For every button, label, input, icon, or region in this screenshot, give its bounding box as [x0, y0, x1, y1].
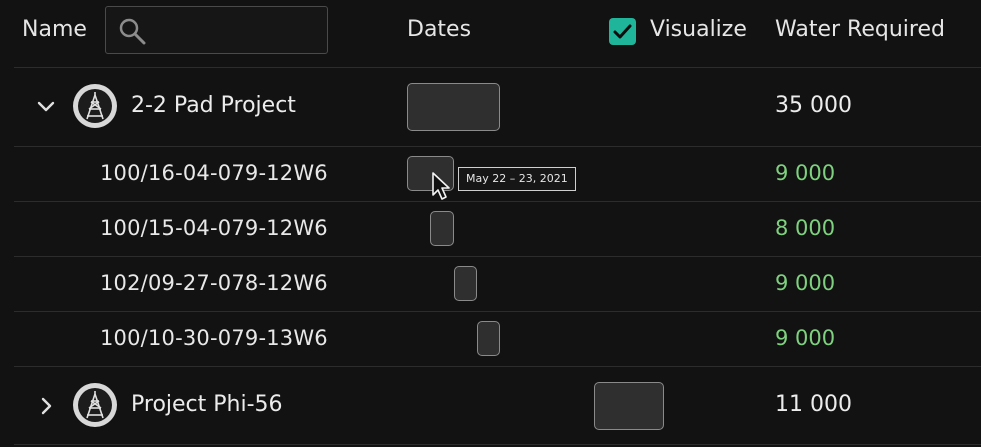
project-name[interactable]: 2-2 Pad Project [131, 93, 296, 118]
well-name[interactable]: 100/10-30-079-13W6 [100, 326, 328, 350]
search-field[interactable] [154, 15, 323, 47]
water-required-column-header[interactable]: Water Required [775, 17, 945, 42]
row-divider [14, 311, 981, 312]
chevron-right-icon[interactable] [36, 396, 56, 420]
name-column-header[interactable]: Name [22, 17, 87, 42]
row-divider [14, 146, 981, 147]
search-icon [119, 18, 146, 45]
row-divider [14, 201, 981, 202]
project-name[interactable]: Project Phi-56 [131, 392, 283, 417]
date-tooltip: May 22 – 23, 2021 [458, 167, 576, 191]
well-water-required: 8 000 [775, 216, 836, 240]
dates-column-header[interactable]: Dates [407, 17, 471, 42]
row-divider [14, 256, 981, 257]
well-name[interactable]: 100/15-04-079-12W6 [100, 216, 328, 240]
checkmark-icon [613, 24, 632, 39]
header-divider [14, 67, 981, 68]
search-input[interactable] [105, 6, 328, 54]
well-water-required: 9 000 [775, 271, 836, 295]
drilling-rig-icon [86, 92, 104, 120]
project-avatar [73, 84, 117, 128]
well-name[interactable]: 102/09-27-078-12W6 [100, 271, 328, 295]
project-water-required: 11 000 [775, 392, 852, 417]
well-date-bar[interactable] [477, 321, 500, 356]
project-date-bar[interactable] [594, 382, 664, 430]
row-divider [14, 366, 981, 367]
drilling-rig-icon [86, 391, 104, 419]
well-date-bar[interactable] [430, 211, 454, 246]
project-avatar [73, 383, 117, 427]
project-date-bar[interactable] [407, 83, 500, 131]
row-divider [14, 444, 981, 445]
well-name[interactable]: 100/16-04-079-12W6 [100, 161, 328, 185]
well-water-required: 9 000 [775, 161, 836, 185]
well-water-required: 9 000 [775, 326, 836, 350]
visualize-label[interactable]: Visualize [650, 17, 747, 42]
well-date-bar[interactable] [454, 266, 477, 301]
visualize-checkbox[interactable] [609, 18, 636, 45]
project-water-required: 35 000 [775, 93, 852, 118]
chevron-down-icon[interactable] [36, 96, 56, 120]
mouse-cursor-icon [431, 171, 453, 205]
